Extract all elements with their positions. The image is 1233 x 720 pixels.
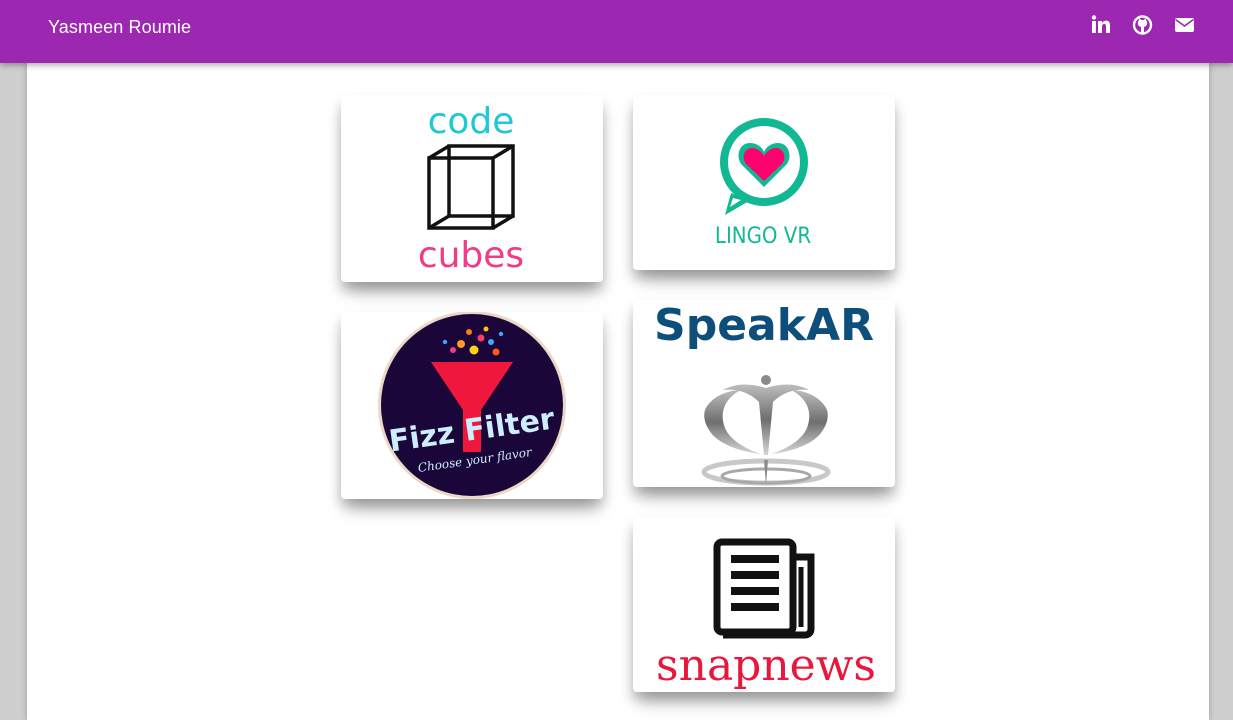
fizz-filter-logo: Fizz Filter Choose your flavor [378, 312, 566, 499]
snapnews-title: snapnews [656, 640, 876, 691]
project-card-fizz-filter[interactable]: Fizz Filter Choose your flavor [341, 312, 603, 499]
brand-link[interactable]: Yasmeen Roumie [48, 17, 191, 38]
snapnews-logo: snapnews [656, 538, 876, 691]
social-links [1090, 14, 1195, 36]
code-cubes-logo: code cubes [418, 101, 524, 276]
lingo-vr-logo: LINGO VR [715, 118, 811, 249]
newspaper-icon [713, 538, 815, 639]
speech-bubble-heart-icon [720, 118, 808, 215]
linkedin-icon[interactable] [1090, 14, 1111, 36]
content-sheet [27, 63, 1209, 720]
speakar-logo: SpeakAR [654, 300, 874, 486]
code-cubes-line2: cubes [418, 235, 524, 276]
project-card-lingo-vr[interactable]: LINGO VR [633, 95, 895, 270]
lingo-vr-label: LINGO VR [715, 224, 811, 249]
navbar: Yasmeen Roumie [0, 0, 1233, 63]
project-card-code-cubes[interactable]: code cubes [341, 95, 603, 282]
figure-arches-icon [701, 375, 831, 486]
project-card-speakar[interactable]: SpeakAR [633, 300, 895, 487]
cube-icon [427, 144, 515, 230]
code-cubes-line1: code [428, 101, 515, 142]
project-card-snapnews[interactable]: snapnews [633, 517, 895, 692]
github-icon[interactable] [1132, 14, 1153, 36]
envelope-icon[interactable] [1174, 14, 1195, 36]
speakar-title: SpeakAR [654, 300, 874, 351]
